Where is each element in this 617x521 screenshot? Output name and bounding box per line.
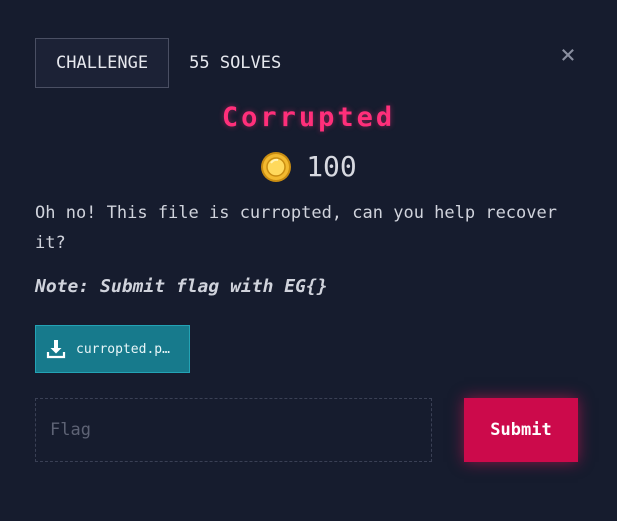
download-icon	[46, 340, 66, 359]
submit-button[interactable]: Submit	[464, 398, 578, 462]
challenge-description: Oh no! This file is curropted, can you h…	[35, 203, 557, 253]
challenge-title: Corrupted	[221, 102, 396, 133]
points-value: 100	[306, 150, 357, 183]
challenge-points: 100	[0, 150, 617, 183]
tab-solves[interactable]: 55 SOLVES	[169, 38, 301, 88]
close-icon[interactable]: ×	[557, 42, 579, 68]
challenge-note: Note: Submit flag with EG{}	[35, 276, 328, 297]
tab-challenge[interactable]: CHALLENGE	[35, 38, 170, 88]
modal-tabs: CHALLENGE 55 SOLVES	[35, 38, 301, 88]
file-name: curropted.p…	[76, 341, 170, 357]
coin-icon	[261, 151, 292, 182]
flag-input[interactable]	[35, 398, 432, 462]
file-download-button[interactable]: curropted.p…	[35, 325, 190, 373]
